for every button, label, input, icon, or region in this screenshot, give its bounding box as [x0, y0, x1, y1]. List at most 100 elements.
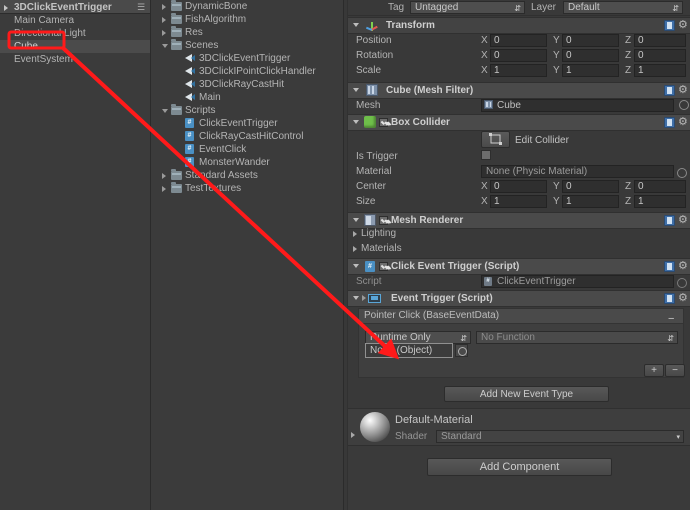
click-event-trigger-header[interactable]: # Click Event Trigger (Script) ⚙ — [348, 258, 690, 275]
gear-icon[interactable]: ⚙ — [678, 293, 688, 304]
position-y-input[interactable]: 0 — [562, 34, 619, 47]
project-item[interactable]: Scenes — [151, 39, 343, 52]
project-item[interactable]: FishAlgorithm — [151, 13, 343, 26]
position-z-input[interactable]: 0 — [634, 34, 686, 47]
center-y-input[interactable]: 0 — [562, 180, 619, 193]
is-trigger-checkbox[interactable] — [481, 150, 491, 160]
mesh-picker-button[interactable] — [676, 99, 690, 112]
scale-y-input[interactable]: 1 — [562, 64, 619, 77]
project-item[interactable]: Res — [151, 26, 343, 39]
project-item[interactable]: DynamicBone — [151, 0, 343, 13]
chevron-right-icon[interactable] — [162, 4, 166, 10]
size-x-input[interactable]: 1 — [490, 195, 547, 208]
center-x-input[interactable]: 0 — [490, 180, 547, 193]
gear-icon[interactable]: ⚙ — [678, 20, 688, 31]
layer-dropdown[interactable]: Default ⇵ — [563, 1, 683, 14]
chevron-right-icon[interactable] — [162, 173, 166, 179]
hierarchy-item-cube[interactable]: Cube — [0, 40, 150, 53]
click-event-trigger-enabled-checkbox[interactable] — [379, 262, 388, 271]
lighting-label[interactable]: Lighting — [361, 228, 396, 239]
scale-x-input[interactable]: 1 — [490, 64, 547, 77]
pointer-click-event-header[interactable]: Pointer Click (BaseEventData) — [359, 309, 683, 324]
project-item-label: DynamicBone — [185, 1, 248, 12]
chevron-down-icon[interactable] — [353, 88, 359, 92]
chevron-down-icon[interactable] — [353, 264, 359, 268]
project-item[interactable]: # ClickEventTrigger — [151, 117, 343, 130]
mesh-filter-header[interactable]: Cube (Mesh Filter) ⚙ — [348, 82, 690, 99]
project-item[interactable]: # EventClick — [151, 143, 343, 156]
add-component-button[interactable]: Add Component — [427, 458, 612, 476]
reference-icon[interactable] — [664, 117, 675, 128]
center-z-input[interactable]: 0 — [634, 180, 686, 193]
remove-callback-button[interactable]: − — [665, 364, 685, 377]
scale-z-input[interactable]: 1 — [634, 64, 686, 77]
project-item[interactable]: Main — [151, 91, 343, 104]
project-item[interactable]: # MonsterWander — [151, 156, 343, 169]
chevron-right-icon[interactable] — [162, 186, 166, 192]
mesh-renderer-header[interactable]: Mesh Renderer ⚙ — [348, 212, 690, 229]
reference-icon[interactable] — [664, 215, 675, 226]
gear-icon[interactable]: ⚙ — [678, 215, 688, 226]
script-object-field[interactable]: # ClickEventTrigger — [481, 275, 674, 288]
materials-label[interactable]: Materials — [361, 243, 402, 254]
rotation-x-input[interactable]: 0 — [490, 49, 547, 62]
rotation-z-input[interactable]: 0 — [634, 49, 686, 62]
function-dropdown[interactable]: No Function ⇵ — [476, 331, 678, 344]
hierarchy-item-main-camera[interactable]: Main Camera — [0, 14, 150, 27]
add-new-event-type-button[interactable]: Add New Event Type — [444, 386, 609, 402]
transform-icon — [366, 19, 379, 32]
chevron-down-icon[interactable] — [162, 109, 168, 113]
position-x-input[interactable]: 0 — [490, 34, 547, 47]
gear-icon[interactable]: ⚙ — [678, 261, 688, 272]
material-foldout-icon[interactable] — [351, 432, 355, 438]
project-item[interactable]: Standard Assets — [151, 169, 343, 182]
chevron-down-icon[interactable] — [162, 44, 168, 48]
edit-collider-button[interactable] — [481, 131, 510, 148]
project-item[interactable]: 3DClickRayCastHit — [151, 78, 343, 91]
project-item[interactable]: Scripts — [151, 104, 343, 117]
add-callback-button[interactable]: + — [644, 364, 664, 377]
gear-icon[interactable]: ⚙ — [678, 117, 688, 128]
hierarchy-scene-root[interactable]: 3DClickEventTrigger ☰ — [0, 0, 150, 14]
chevron-down-icon[interactable] — [353, 218, 359, 222]
gear-icon[interactable]: ⚙ — [678, 85, 688, 96]
physic-material-picker-icon[interactable] — [677, 168, 687, 178]
folder-icon — [171, 169, 182, 180]
size-y-input[interactable]: 1 — [562, 195, 619, 208]
hierarchy-item-eventsystem[interactable]: EventSystem — [0, 53, 150, 66]
chevron-down-icon[interactable] — [353, 120, 359, 124]
lighting-foldout-icon[interactable] — [353, 231, 357, 237]
tag-dropdown[interactable]: Untagged ⇵ — [410, 1, 525, 14]
project-item[interactable]: TestTextures — [151, 182, 343, 195]
physic-material-field[interactable]: None (Physic Material) — [481, 165, 674, 178]
chevron-down-icon[interactable] — [353, 23, 359, 27]
mesh-object-field[interactable]: Cube — [481, 99, 674, 112]
chevron-down-icon[interactable] — [353, 296, 359, 300]
mesh-renderer-enabled-checkbox[interactable] — [379, 216, 388, 225]
materials-foldout-icon[interactable] — [353, 246, 357, 252]
project-inspector-divider[interactable] — [343, 0, 344, 510]
remove-event-button[interactable]: − — [668, 314, 674, 325]
project-item[interactable]: 3DClickEventTrigger — [151, 52, 343, 65]
callback-object-field[interactable]: None (Object) — [365, 343, 453, 358]
shader-dropdown[interactable]: Standard ▾ — [436, 430, 684, 443]
box-collider-enabled-checkbox[interactable] — [379, 118, 388, 127]
hierarchy-item-directional-light[interactable]: Directional Light — [0, 27, 150, 40]
reference-icon[interactable] — [664, 261, 675, 272]
lock-icon[interactable]: ☰ — [137, 3, 145, 12]
script-picker-icon[interactable] — [677, 278, 687, 288]
chevron-right-icon[interactable] — [162, 30, 166, 36]
callback-object-picker-button[interactable] — [455, 344, 468, 357]
reference-icon[interactable] — [664, 20, 675, 31]
reference-icon[interactable] — [664, 293, 675, 304]
event-trigger-header[interactable]: Event Trigger (Script) ⚙ — [348, 290, 690, 307]
size-z-input[interactable]: 1 — [634, 195, 686, 208]
project-item[interactable]: # ClickRayCastHitControl — [151, 130, 343, 143]
tag-label: Tag — [388, 2, 405, 13]
rotation-y-input[interactable]: 0 — [562, 49, 619, 62]
reference-icon[interactable] — [664, 85, 675, 96]
box-collider-header[interactable]: Box Collider ⚙ — [348, 114, 690, 131]
transform-header[interactable]: Transform ⚙ — [348, 17, 690, 34]
project-item[interactable]: 3DClickIPointClickHandler — [151, 65, 343, 78]
chevron-right-icon[interactable] — [162, 17, 166, 23]
